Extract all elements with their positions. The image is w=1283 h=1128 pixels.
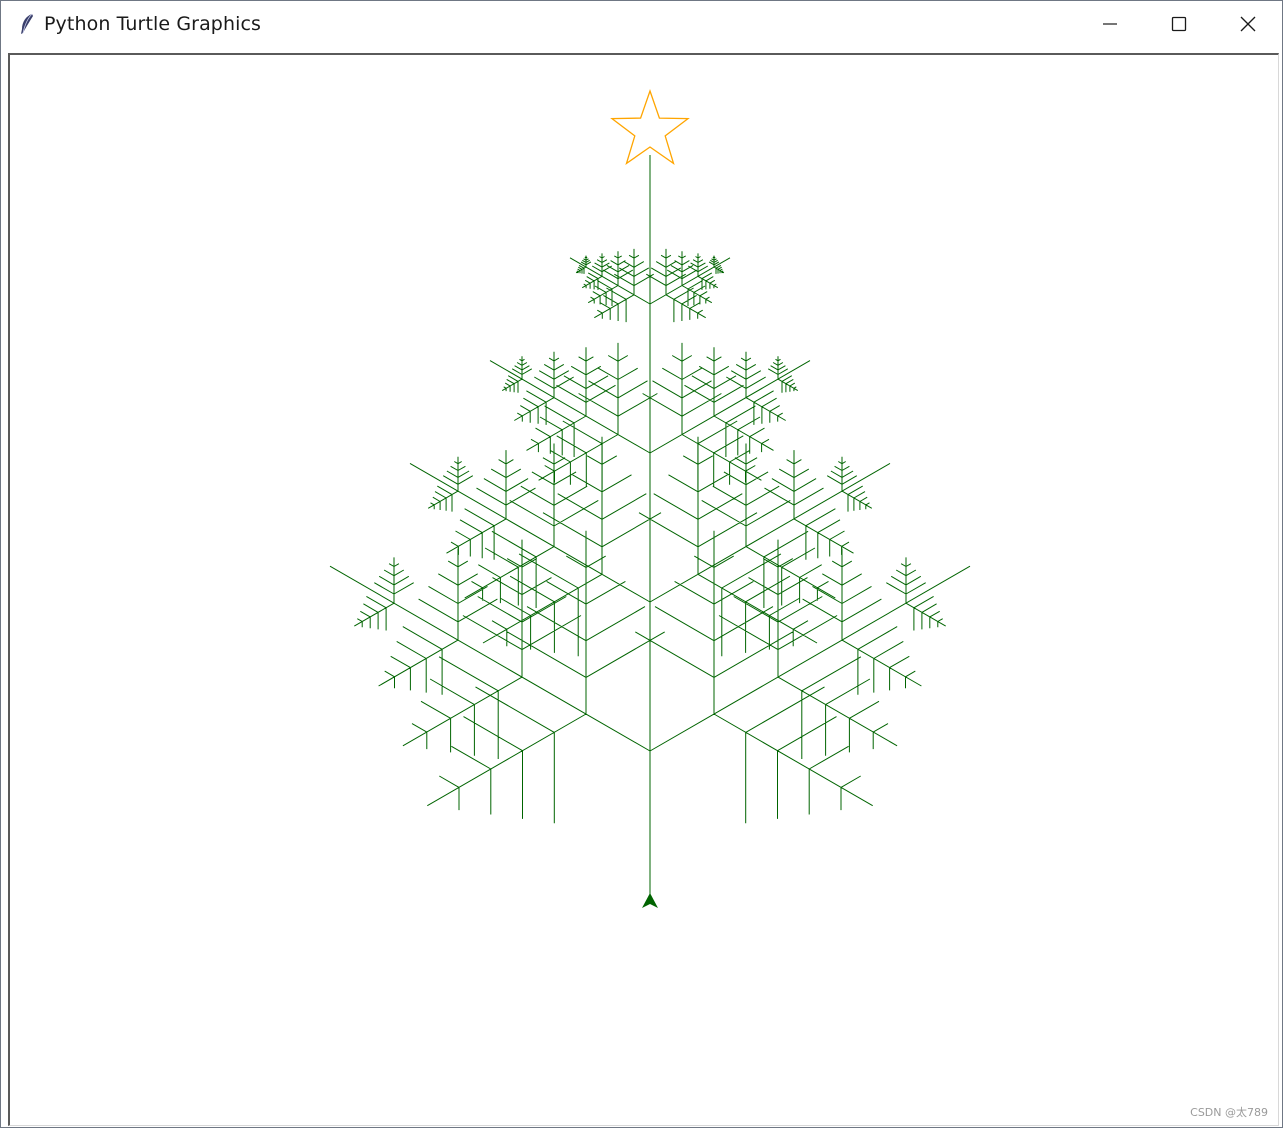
feather-icon [21,13,33,34]
watermark: CSDN @太789 [1190,1106,1268,1119]
turtle-cursor-icon [642,893,658,908]
close-icon [1240,16,1255,32]
minimize-button[interactable] [1075,1,1144,47]
maximize-button[interactable] [1144,1,1213,47]
turtle-drawing [329,89,971,908]
window-controls [1075,1,1282,47]
star-icon [610,89,690,166]
minimize-icon [1102,23,1117,25]
turtle-canvas-area[interactable] [8,53,1279,1126]
tree-branches [329,155,971,900]
maximize-icon [1171,16,1186,32]
fractal-tree [329,155,971,900]
close-button[interactable] [1213,1,1282,47]
title-bar[interactable]: Python Turtle Graphics [1,1,1282,47]
turtle-window: Python Turtle Graphics CSDN @太789 [0,0,1283,1128]
window-title: Python Turtle Graphics [44,13,262,35]
